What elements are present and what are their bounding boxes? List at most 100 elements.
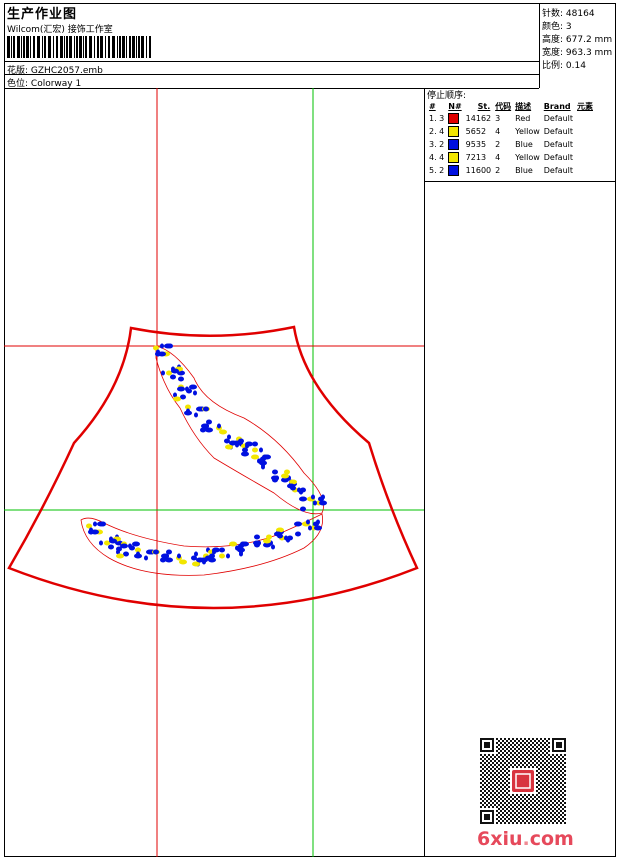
row-description: Yellow [515,153,540,162]
col-header: Brand [543,101,571,111]
color-row: 4. 4 7213 4 Yellow Default [427,151,595,164]
row-number: 3. 2 [429,140,445,149]
motif-stitch [299,496,307,502]
motif-stitch [281,473,289,479]
row-code: 4 [495,153,501,162]
motif-stitch [308,525,312,531]
color-table: # N# St. 代码 描述 Brand 元素 1. 3 14162 3 Red Def… [427,100,595,177]
motif-stitch [241,541,249,547]
row-description: Blue [515,166,533,175]
row-element [575,112,595,125]
motif-stitch [239,551,243,557]
row-code: 4 [495,127,501,136]
color-row: 2. 4 5652 4 Yellow Default [427,125,595,138]
row-code: 3 [495,114,501,123]
motif-stitch [229,541,237,547]
motif-stitch [193,390,197,396]
motif-stitch [184,410,192,416]
motif-stitch [177,386,185,392]
motif-stitch [311,494,315,500]
row-code: 2 [495,140,501,149]
color-swatch-icon [448,113,460,124]
col-header: # [429,101,436,111]
motif-stitch [295,531,301,537]
row-description: Red [515,114,531,123]
row-swatch [446,125,463,138]
motif-stitch [259,447,263,453]
stat-scale: 比例: 0.14 [542,61,586,71]
motif-stitch [219,553,225,559]
site-logo: 6xiu.com [477,828,574,850]
motif-stitch [161,370,165,376]
row-element [575,125,595,138]
motif-stitch [294,521,302,527]
motif-stitch [226,553,230,559]
motif-stitch [287,483,295,489]
row-element [575,151,595,164]
row-swatch [446,112,463,125]
stat-colors: 颜色: 3 [542,22,572,32]
row-brand: Default [543,166,573,175]
motif-stitch [319,500,327,506]
motif-stitch [313,500,317,506]
motif-stitch [171,368,179,374]
row-stitches: 9535 [465,140,487,149]
motif-stitch [108,544,114,550]
color-swatch-icon [448,152,460,163]
motif-stitch [263,538,271,544]
embroidery-motifs [86,343,327,567]
motif-stitch [253,540,261,546]
stat-height: 高度: 677.2 mm [542,35,613,45]
color-swatch-icon [448,126,460,137]
motif-stitch [178,376,184,382]
color-row: 5. 2 11600 2 Blue Default [427,164,595,177]
company-name: Wilcom(汇宏) 接饰工作室 [7,25,113,35]
motif-stitch [235,545,239,551]
row-swatch [446,151,463,164]
col-header: 元素 [577,101,593,111]
motif-stitch [100,521,106,527]
page-title: 生产作业图 [7,7,78,22]
motif-stitch [274,531,282,537]
row-number: 1. 3 [429,114,445,123]
panel-divider [425,181,616,182]
color-swatch-icon [448,139,460,150]
motif-stitch [173,396,181,402]
row-number: 4. 4 [429,153,445,162]
row-swatch [446,164,463,177]
motif-stitch [179,559,187,565]
color-row: 3. 2 9535 2 Blue Default [427,138,595,151]
col-header: 代码 [495,101,512,111]
motif-stitch [254,534,260,540]
motif-stitch [194,412,198,418]
stat-stitches: 针数: 48164 [542,9,595,19]
row-brand: Default [543,140,573,149]
stats-box: 针数: 48164 颜色: 3 高度: 677.2 mm 宽度: 963.3 m… [539,3,617,88]
row-number: 5. 2 [429,166,445,175]
header-divider [4,61,539,62]
qr-code [480,738,566,824]
motif-stitch [263,454,271,460]
col-header: 描述 [515,101,532,111]
motif-stitch [177,553,181,559]
row-stitches: 7213 [465,153,487,162]
row-description: Blue [515,140,533,149]
motif-stitch [212,547,220,553]
row-number: 2. 4 [429,127,445,136]
motif-stitch [271,475,279,481]
motif-stitch [257,458,261,464]
row-brand: Default [543,114,573,123]
motif-stitch [196,557,204,563]
barcode [7,36,151,58]
motif-stitch [93,521,97,527]
row-description: Yellow [515,127,540,136]
motif-stitch [99,540,103,546]
motif-stitch [217,423,221,429]
row-element [575,164,595,177]
motif-stitch [306,519,310,525]
pattern-canvas [4,88,424,857]
row-swatch [446,138,463,151]
row-stitches: 11600 [465,166,492,175]
motif-stitch [203,406,209,412]
motif-stitch [128,543,132,549]
